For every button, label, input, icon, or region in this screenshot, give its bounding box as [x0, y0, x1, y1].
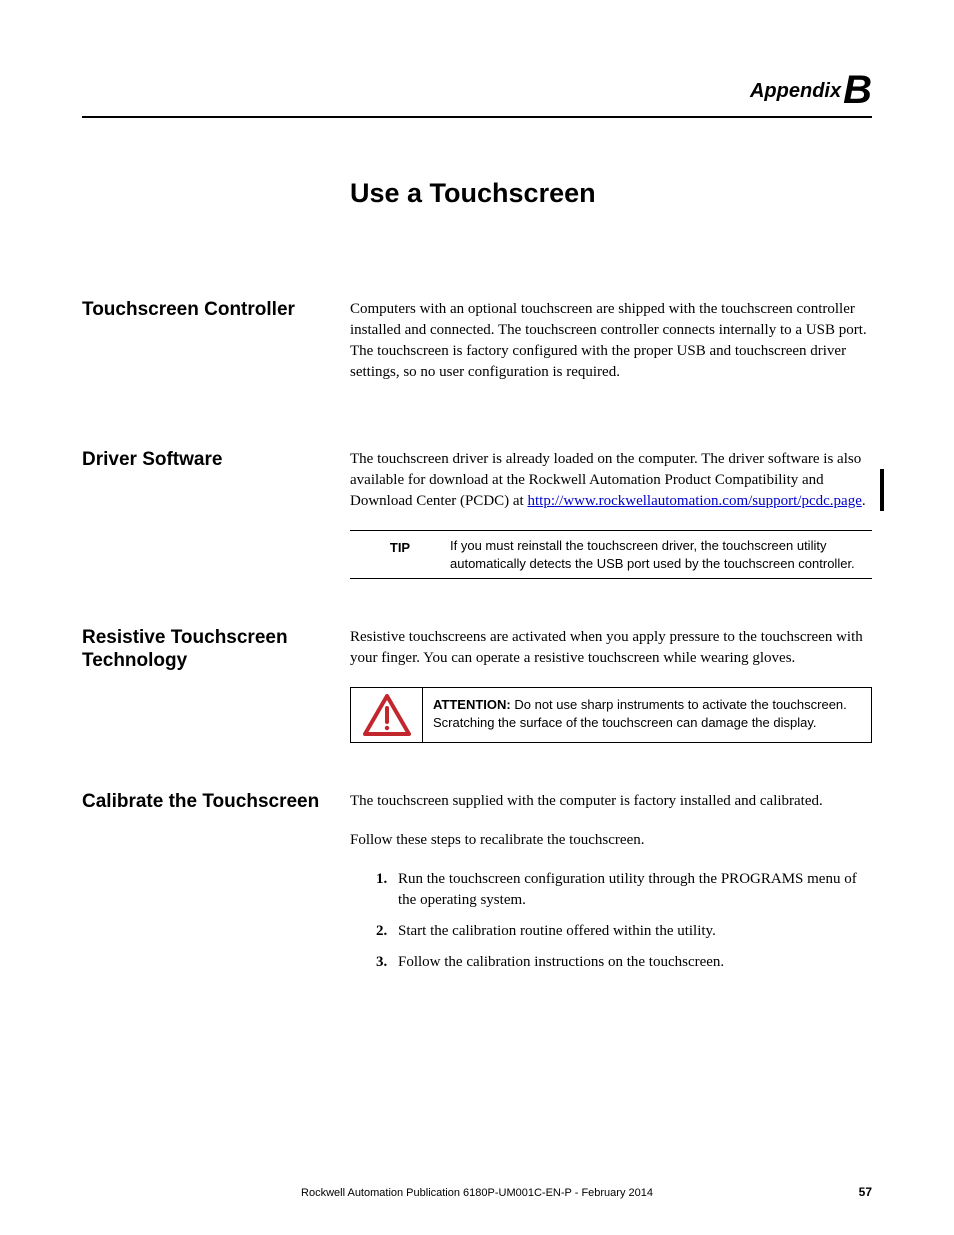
section-body: The touchscreen supplied with the comput…: [350, 791, 872, 983]
change-bar-icon: [880, 469, 884, 511]
body-text: Computers with an optional touchscreen a…: [350, 299, 872, 383]
section-heading: Calibrate the Touchscreen: [82, 791, 350, 983]
intro-1: The touchscreen supplied with the comput…: [350, 791, 872, 812]
body-text: Resistive touchscreens are activated whe…: [350, 627, 872, 669]
section-body: Resistive touchscreens are activated whe…: [350, 627, 872, 743]
chapter-title: Use a Touchscreen: [350, 178, 872, 209]
attention-label: ATTENTION:: [433, 697, 511, 712]
appendix-header: AppendixB: [82, 70, 872, 118]
section-resistive-touchscreen: Resistive Touchscreen Technology Resisti…: [82, 627, 872, 743]
tip-text: If you must reinstall the touchscreen dr…: [450, 537, 872, 572]
list-item: Start the calibration routine offered wi…: [376, 921, 872, 942]
list-item: Run the touchscreen configuration utilit…: [376, 869, 872, 911]
tip-label: TIP: [350, 537, 450, 572]
section-driver-software: Driver Software The touchscreen driver i…: [82, 449, 872, 579]
pcdc-link[interactable]: http://www.rockwellautomation.com/suppor…: [527, 493, 861, 509]
section-heading: Resistive Touchscreen Technology: [82, 627, 350, 743]
publication-info: Rockwell Automation Publication 6180P-UM…: [301, 1187, 653, 1199]
list-item: Follow the calibration instructions on t…: [376, 952, 872, 973]
appendix-word: Appendix: [750, 80, 841, 102]
section-heading: Touchscreen Controller: [82, 299, 350, 401]
page-footer: Rockwell Automation Publication 6180P-UM…: [82, 1187, 872, 1199]
attention-text: ATTENTION: Do not use sharp instruments …: [423, 688, 871, 742]
body-post: .: [862, 493, 866, 509]
body-text: The touchscreen driver is already loaded…: [350, 449, 872, 512]
attention-callout: ATTENTION: Do not use sharp instruments …: [350, 687, 872, 743]
section-touchscreen-controller: Touchscreen Controller Computers with an…: [82, 299, 872, 401]
section-body: The touchscreen driver is already loaded…: [350, 449, 872, 579]
appendix-letter: B: [843, 68, 872, 112]
attention-icon-cell: [351, 688, 423, 742]
page-number: 57: [859, 1185, 872, 1199]
warning-triangle-icon: [363, 694, 411, 736]
section-body: Computers with an optional touchscreen a…: [350, 299, 872, 401]
section-heading: Driver Software: [82, 449, 350, 579]
calibrate-steps: Run the touchscreen configuration utilit…: [350, 869, 872, 973]
intro-2: Follow these steps to recalibrate the to…: [350, 830, 872, 851]
tip-callout: TIP If you must reinstall the touchscree…: [350, 530, 872, 579]
section-calibrate-touchscreen: Calibrate the Touchscreen The touchscree…: [82, 791, 872, 983]
